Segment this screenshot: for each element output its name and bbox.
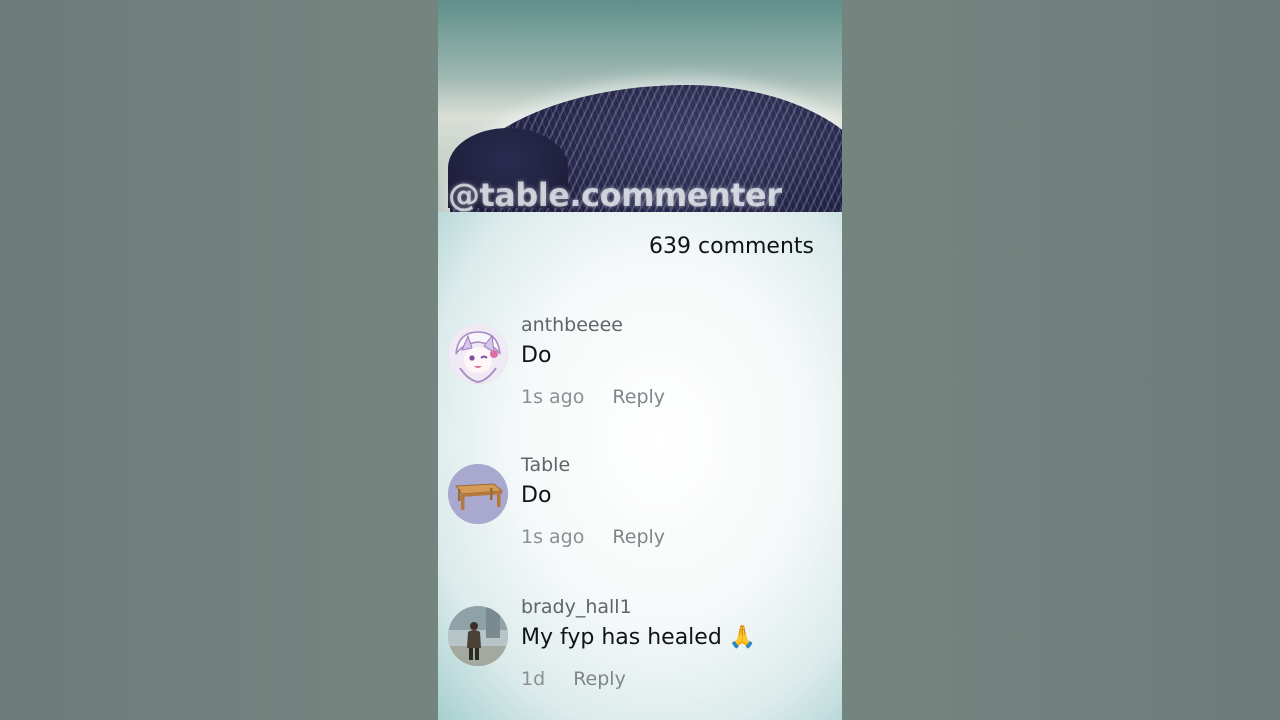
comment-time: 1d (521, 668, 546, 690)
video-watermark: @table.commenter (448, 176, 782, 212)
comments-panel: 639 comments anthbeeee Do 1s ago Reply T… (438, 212, 842, 720)
comment-item: brady_hall1 My fyp has healed 🙏 1d Reply (448, 596, 828, 706)
anime-character-avatar-icon[interactable] (448, 324, 508, 384)
wooden-table-avatar-icon[interactable] (448, 464, 508, 524)
comment-text: My fyp has healed 🙏 (521, 625, 757, 650)
comment-time: 1s ago (521, 386, 585, 408)
reply-button[interactable]: Reply (573, 668, 626, 690)
comments-count: 639 comments (649, 234, 814, 259)
comment-username[interactable]: Table (521, 454, 570, 476)
comment-meta: 1s ago Reply (521, 526, 665, 548)
comment-time: 1s ago (521, 526, 585, 548)
comment-username[interactable]: anthbeeee (521, 314, 623, 336)
comment-text: Do (521, 343, 552, 368)
comment-meta: 1s ago Reply (521, 386, 665, 408)
comment-item: Table Do 1s ago Reply (448, 454, 828, 564)
person-walking-avatar-icon[interactable] (448, 606, 508, 666)
video-preview[interactable]: @table.commenter (438, 0, 842, 212)
reply-button[interactable]: Reply (612, 526, 665, 548)
comment-meta: 1d Reply (521, 668, 626, 690)
reply-button[interactable]: Reply (612, 386, 665, 408)
phone-frame: @table.commenter 639 comments anthbeeee … (438, 0, 842, 720)
comment-username[interactable]: brady_hall1 (521, 596, 632, 618)
video-background: @table.commenter 639 comments anthbeeee … (0, 0, 1280, 720)
comment-text: Do (521, 483, 552, 508)
comment-item: anthbeeee Do 1s ago Reply (448, 314, 828, 424)
